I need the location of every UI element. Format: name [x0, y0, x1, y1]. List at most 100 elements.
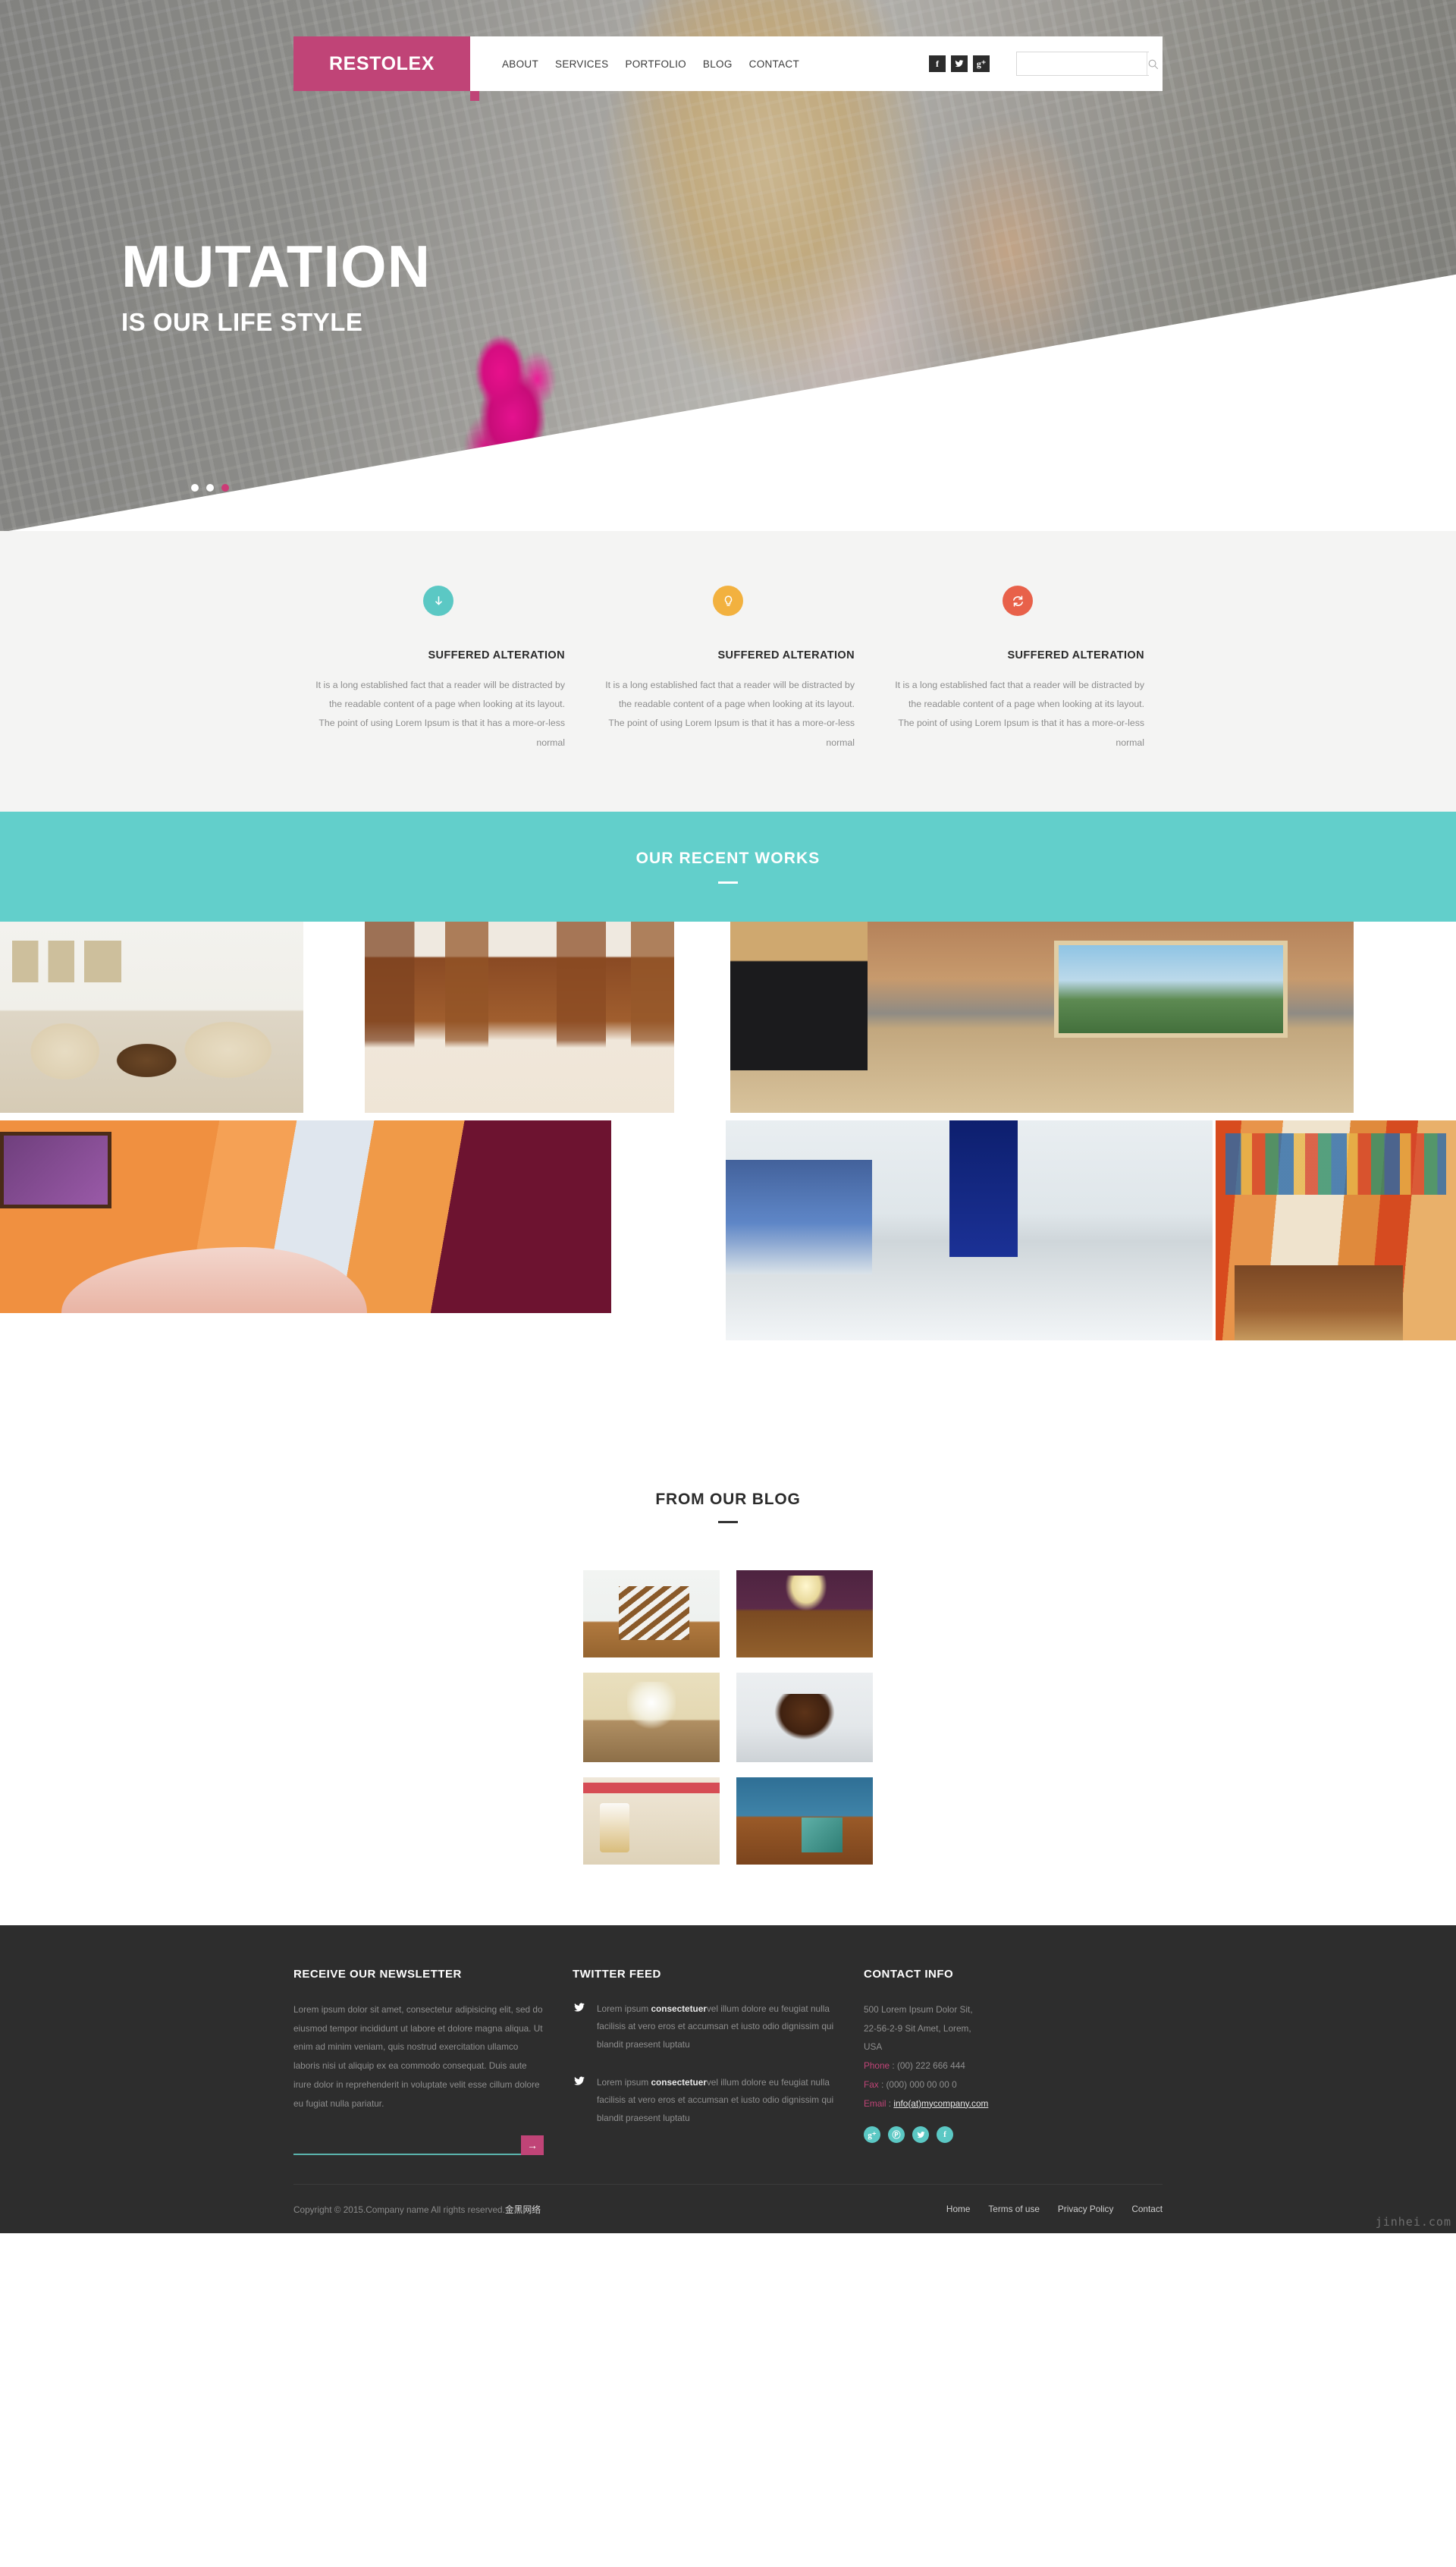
footer-bottom-bar: Copyright © 2015.Company name All rights… [293, 2185, 1163, 2233]
feature-title-2: SUFFERED ALTERATION [717, 649, 855, 661]
newsletter-form: → [293, 2132, 544, 2156]
nav-item-contact[interactable]: CONTACT [749, 58, 799, 70]
google-plus-icon[interactable]: g⁺ [973, 55, 990, 72]
hero-subtitle: IS OUR LIFE STYLE [121, 308, 363, 336]
contact-email-link[interactable]: info(at)mycompany.com [893, 2098, 988, 2109]
blog-thumbnail-grid [443, 1569, 1013, 1865]
twitter-bird-glyph [955, 60, 964, 68]
feature-card-3: SUFFERED ALTERATION It is a long establi… [873, 586, 1163, 753]
logo[interactable]: RESTOLEX [293, 36, 470, 91]
portfolio-tile-temple-interior[interactable] [1216, 1120, 1456, 1340]
twitter-icon[interactable] [912, 2126, 929, 2144]
refresh-icon [1003, 586, 1033, 616]
header-right: f g⁺ [929, 36, 1163, 91]
twitter-bird-glyph [574, 2076, 585, 2085]
portfolio-tile-bright-kitchen[interactable] [730, 921, 1354, 1113]
footer-link-privacy[interactable]: Privacy Policy [1058, 2204, 1113, 2214]
pinterest-icon[interactable]: Ⓟ [888, 2126, 905, 2144]
contact-fax-value: : (000) 000 00 00 0 [880, 2078, 957, 2090]
contact-email-row: Email : info(at)mycompany.com [864, 2094, 1163, 2113]
blog-thumb-stairs[interactable] [583, 1569, 720, 1657]
blog-thumb-furniture[interactable] [736, 1777, 873, 1865]
search-button[interactable] [1147, 52, 1159, 75]
portfolio-tile-office-lobby[interactable] [726, 1120, 1213, 1340]
feature-title-1: SUFFERED ALTERATION [428, 649, 565, 661]
twitter-icon[interactable] [951, 55, 968, 72]
search-input[interactable] [1017, 52, 1147, 75]
feature-text-1: It is a long established fact that a rea… [315, 680, 565, 748]
features-section: SUFFERED ALTERATION It is a long establi… [0, 531, 1456, 812]
hero-title: MUTATION [121, 233, 431, 300]
twitter-feed-heading: TWITTER FEED [573, 1967, 661, 1981]
blog-thumb-ballroom[interactable] [736, 1569, 873, 1657]
twitter-icon [573, 2074, 588, 2128]
tweet-text-2: Lorem ipsum consectetuervel illum dolore… [597, 2074, 835, 2128]
tweet-prefix-2: Lorem ipsum [597, 2076, 651, 2088]
footer-link-terms[interactable]: Terms of use [988, 2204, 1040, 2214]
features-row: SUFFERED ALTERATION It is a long establi… [293, 586, 1163, 753]
nav-item-blog[interactable]: BLOG [703, 58, 733, 70]
copyright-main: Copyright © 2015.Company name All rights… [293, 2204, 505, 2215]
hero-dot-1[interactable] [191, 484, 199, 492]
blog-section: FROM OUR BLOG [0, 1437, 1456, 1925]
portfolio-tile-wood-kitchen[interactable] [365, 921, 674, 1113]
tweet-item-2: Lorem ipsum consectetuervel illum dolore… [573, 2074, 835, 2128]
twitter-icon [573, 2000, 588, 2054]
feature-title-3: SUFFERED ALTERATION [1007, 649, 1144, 661]
hero-slider-dots[interactable] [191, 484, 229, 492]
footer-contact-column: CONTACT INFO 500 Lorem Ipsum Dolor Sit, … [858, 1968, 1163, 2156]
hero-dot-3-active[interactable] [221, 484, 229, 492]
portfolio-tile-living-room[interactable] [0, 921, 303, 1113]
nav-item-about[interactable]: ABOUT [502, 58, 538, 70]
logo-text: RESTOLEX [328, 52, 435, 74]
recent-works-heading: OUR RECENT WORKS [635, 849, 821, 867]
tweet-highlight-1[interactable]: consectetuer [651, 2003, 706, 2014]
tweet-text-1: Lorem ipsum consectetuervel illum dolore… [597, 2000, 835, 2054]
blog-heading: FROM OUR BLOG [655, 1490, 801, 1508]
contact-fax-label: Fax [864, 2078, 879, 2090]
tweet-highlight-2[interactable]: consectetuer [651, 2077, 706, 2088]
newsletter-submit-button[interactable]: → [521, 2135, 544, 2156]
blog-thumb-table-setting[interactable] [583, 1777, 720, 1865]
nav-item-portfolio[interactable]: PORTFOLIO [625, 58, 686, 70]
lightbulb-glyph [724, 595, 732, 606]
copyright-cn: 金黑网络 [504, 2204, 541, 2215]
heading-rule [718, 881, 738, 884]
footer-link-home[interactable]: Home [946, 2204, 970, 2214]
google-plus-icon[interactable]: g⁺ [864, 2126, 880, 2144]
feature-card-1: SUFFERED ALTERATION It is a long establi… [293, 586, 583, 753]
footer-newsletter-column: RECEIVE OUR NEWSLETTER Lorem ipsum dolor… [293, 1968, 573, 2156]
nav-item-services[interactable]: SERVICES [555, 58, 608, 70]
newsletter-email-input[interactable] [293, 2135, 521, 2156]
contact-phone-value: : (00) 222 666 444 [892, 2060, 965, 2072]
contact-email-separator: : [886, 2097, 894, 2109]
feature-text-3: It is a long established fact that a rea… [895, 680, 1144, 748]
recent-works-banner: OUR RECENT WORKS [0, 811, 1456, 922]
contact-info-heading: CONTACT INFO [864, 1967, 954, 1981]
footer-link-contact[interactable]: Contact [1131, 2204, 1163, 2214]
site-header: RESTOLEX ABOUT SERVICES PORTFOLIO BLOG C… [293, 36, 1163, 101]
footer-twitter-column: TWITTER FEED Lorem ipsum consectetuervel… [573, 1968, 858, 2156]
contact-address-line-3: USA [864, 2041, 883, 2053]
portfolio-grid [0, 921, 1456, 1437]
download-arrow-icon [423, 586, 453, 616]
contact-email-label: Email [864, 2097, 886, 2109]
footer-social-links: g⁺ Ⓟ f [864, 2126, 1163, 2144]
facebook-icon[interactable]: f [929, 55, 946, 72]
blog-header: FROM OUR BLOG [0, 1491, 1456, 1523]
newsletter-heading: RECEIVE OUR NEWSLETTER [293, 1967, 462, 1981]
search-icon [1148, 59, 1159, 69]
page-root: MUTATION IS OUR LIFE STYLE RESTOLEX ABOU… [0, 0, 1456, 2234]
facebook-icon[interactable]: f [937, 2126, 953, 2144]
site-watermark: jinhei.com [1375, 2215, 1451, 2229]
hero-slider: MUTATION IS OUR LIFE STYLE RESTOLEX ABOU… [0, 0, 1456, 531]
contact-phone-row: Phone : (00) 222 666 444 [864, 2056, 1163, 2075]
contact-address-line-2: 22-56-2-9 Sit Amet, Lorem, [864, 2022, 971, 2034]
contact-fax-row: Fax : (000) 000 00 00 0 [864, 2075, 1163, 2094]
portfolio-tile-orange-room[interactable] [0, 1120, 611, 1313]
blog-thumb-chandelier[interactable] [583, 1672, 720, 1762]
blog-thumb-tea-cup[interactable] [736, 1672, 873, 1762]
contact-address-line-1: 500 Lorem Ipsum Dolor Sit, [864, 2003, 973, 2015]
download-arrow-glyph [435, 595, 442, 605]
hero-dot-2[interactable] [206, 484, 214, 492]
